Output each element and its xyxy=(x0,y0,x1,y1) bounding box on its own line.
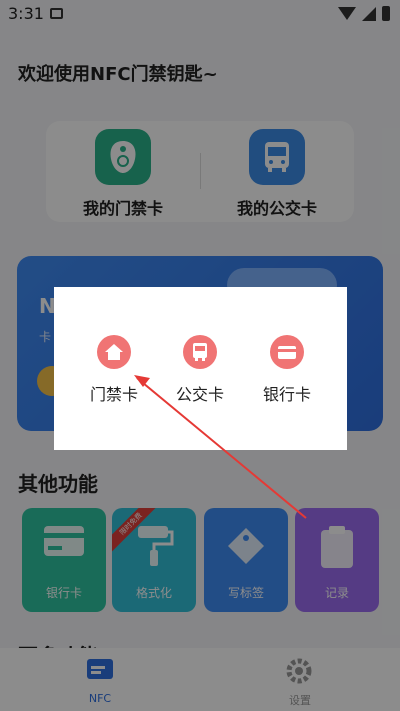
annotation-arrow xyxy=(134,375,307,519)
